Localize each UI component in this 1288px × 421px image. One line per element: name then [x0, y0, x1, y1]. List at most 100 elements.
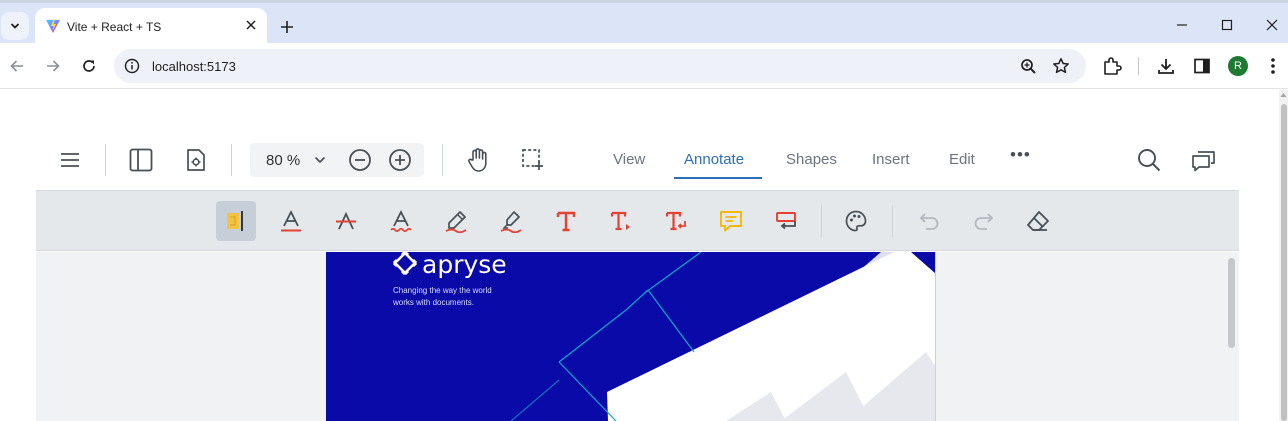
callout-icon — [776, 212, 796, 230]
search-icon — [1138, 149, 1161, 172]
maximize-icon — [1221, 19, 1233, 31]
more-tabs-button[interactable]: ••• — [1010, 145, 1031, 165]
maximize-button[interactable] — [1217, 15, 1237, 35]
comment-note-icon — [720, 211, 742, 232]
eraser-tool-button[interactable] — [1018, 201, 1058, 241]
freehand-highlight-tool-button[interactable] — [491, 201, 531, 241]
tab-strip: Vite + React + TS — [0, 0, 1288, 46]
strikeout-tool-button[interactable] — [326, 201, 366, 241]
document-page[interactable]: apryse Changing the way the world works … — [326, 252, 936, 421]
tab-search-button[interactable] — [1, 12, 29, 40]
squiggly-text-icon — [390, 209, 412, 233]
more-vertical-icon[interactable] — [1266, 56, 1280, 76]
side-panel-icon[interactable] — [1193, 57, 1211, 75]
pen-icon — [445, 211, 467, 233]
highlighter-icon — [500, 211, 522, 233]
scroll-up-arrow-icon[interactable] — [1280, 92, 1287, 98]
plus-icon — [281, 21, 293, 33]
zoom-unit: % — [286, 152, 301, 169]
hamburger-icon — [61, 153, 79, 167]
extensions-icon[interactable] — [1102, 56, 1122, 76]
omnibox[interactable]: localhost:5173 — [114, 49, 1086, 83]
comments-button[interactable] — [1191, 147, 1217, 173]
squiggly-tool-button[interactable] — [381, 201, 421, 241]
comments-icon — [1192, 151, 1215, 172]
close-window-button[interactable] — [1262, 15, 1282, 35]
strikeout-text-icon — [336, 211, 356, 230]
new-tab-button[interactable] — [276, 16, 298, 38]
style-button[interactable] — [836, 201, 876, 241]
replace-text-tool-button[interactable] — [656, 201, 696, 241]
browser-tab[interactable]: Vite + React + TS — [35, 8, 267, 46]
tab-insert[interactable]: Insert — [872, 151, 910, 168]
header-divider — [105, 144, 106, 176]
back-button[interactable] — [6, 55, 28, 77]
active-tab-indicator — [674, 177, 762, 179]
marquee-select-icon — [522, 149, 543, 170]
text-replace-icon — [665, 211, 686, 231]
redo-button[interactable] — [964, 201, 1004, 241]
tools-divider — [892, 205, 893, 237]
page-scrollbar-thumb[interactable] — [1281, 104, 1287, 421]
document-container[interactable]: apryse Changing the way the world works … — [36, 252, 1239, 421]
tab-view[interactable]: View — [613, 151, 645, 168]
text-t-icon — [556, 211, 576, 232]
tab-shapes[interactable]: Shapes — [786, 151, 837, 168]
free-text-tool-button[interactable] — [546, 201, 586, 241]
reload-button[interactable] — [78, 55, 100, 77]
zoom-control: 80 % — [250, 143, 424, 177]
address-bar: localhost:5173 R — [0, 43, 1288, 89]
minimize-button[interactable] — [1172, 15, 1192, 35]
close-icon — [246, 20, 256, 30]
bookmark-star-icon[interactable] — [1052, 57, 1070, 75]
toolbar-divider — [1138, 57, 1139, 75]
underline-text-icon — [281, 209, 301, 232]
arrow-left-icon — [10, 60, 23, 72]
brand-tagline: Changing the way the world works with do… — [393, 286, 492, 307]
viewer-header: 80 % View Annotate Shapes Insert Edit ••… — [36, 130, 1239, 190]
pan-tool-button[interactable] — [464, 146, 492, 174]
highlight-text-icon — [227, 211, 243, 231]
reload-icon — [83, 60, 95, 72]
palette-icon — [845, 210, 867, 232]
redo-icon — [974, 213, 994, 230]
left-panel-button[interactable] — [128, 147, 154, 173]
minimize-icon — [1177, 24, 1187, 26]
zoom-value-dropdown[interactable]: 80 % — [266, 152, 300, 169]
select-area-button[interactable] — [520, 147, 546, 173]
text-insert-icon — [610, 211, 630, 231]
zoom-in-icon[interactable] — [388, 148, 412, 172]
underline-tool-button[interactable] — [271, 201, 311, 241]
freehand-tool-button[interactable] — [436, 201, 476, 241]
download-icon[interactable] — [1156, 56, 1176, 76]
sticky-note-tool-button[interactable] — [711, 201, 751, 241]
undo-button[interactable] — [909, 201, 949, 241]
profile-avatar[interactable]: R — [1228, 56, 1248, 76]
close-icon — [1266, 19, 1278, 31]
zoom-out-icon[interactable] — [348, 148, 372, 172]
forward-button[interactable] — [42, 55, 64, 77]
undo-icon — [919, 213, 939, 230]
tab-annotate[interactable]: Annotate — [684, 151, 744, 168]
menu-button[interactable] — [58, 148, 82, 172]
document-settings-button[interactable] — [184, 147, 208, 173]
chevron-down-icon[interactable] — [314, 155, 326, 165]
free-highlight-tool-button[interactable] — [216, 201, 256, 241]
site-info-icon[interactable] — [124, 58, 140, 74]
hand-icon — [468, 148, 487, 172]
left-panel-icon — [129, 148, 153, 172]
insert-text-tool-button[interactable] — [601, 201, 641, 241]
tools-divider — [821, 205, 822, 237]
annotation-tools-bar — [36, 190, 1239, 251]
tab-close-button[interactable] — [243, 17, 259, 33]
vite-logo-icon — [46, 19, 60, 33]
callout-tool-button[interactable] — [766, 201, 806, 241]
header-divider — [231, 144, 232, 176]
document-scrollbar-thumb[interactable] — [1228, 258, 1235, 348]
arrow-right-icon — [47, 60, 60, 72]
pdf-viewer: 80 % View Annotate Shapes Insert Edit ••… — [0, 90, 1288, 421]
tab-title: Vite + React + TS — [67, 20, 162, 34]
zoom-magnifier-icon[interactable] — [1020, 58, 1037, 75]
tab-edit[interactable]: Edit — [949, 151, 975, 168]
search-button[interactable] — [1136, 147, 1162, 173]
